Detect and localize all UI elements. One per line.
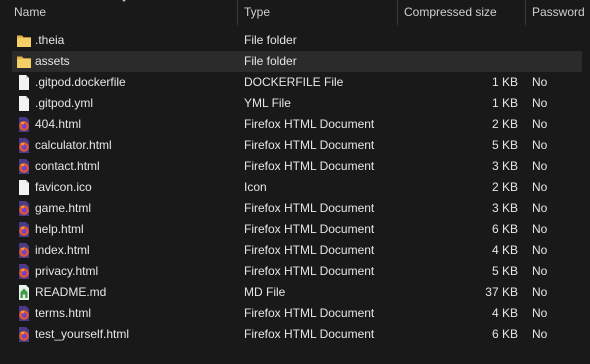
file-name: assets — [35, 54, 70, 68]
file-type: MD File — [244, 285, 286, 299]
file-row[interactable]: .theia File folder — [12, 30, 582, 51]
file-type: File folder — [244, 54, 297, 68]
file-password: No — [532, 222, 548, 236]
file-compressed-size: 2 KB — [491, 117, 518, 131]
file-compressed-size: 5 KB — [491, 264, 518, 278]
blank-file-icon — [16, 95, 32, 112]
file-password: No — [532, 327, 548, 341]
column-divider[interactable] — [237, 0, 238, 25]
file-row[interactable]: 404.html Firefox HTML Document 2 KB No — [12, 114, 582, 135]
firefox-html-icon — [16, 305, 32, 322]
folder-icon — [16, 32, 32, 49]
file-compressed-size: 1 KB — [491, 96, 518, 110]
file-password: No — [532, 75, 548, 89]
file-compressed-size: 37 KB — [485, 285, 518, 299]
file-name: index.html — [35, 243, 90, 257]
file-type: DOCKERFILE File — [244, 75, 344, 89]
file-row[interactable]: terms.html Firefox HTML Document 4 KB No — [12, 303, 582, 324]
file-name: README.md — [35, 285, 107, 299]
firefox-html-icon — [16, 200, 32, 217]
file-row[interactable]: index.html Firefox HTML Document 4 KB No — [12, 240, 582, 261]
file-type: Firefox HTML Document — [244, 159, 375, 173]
file-compressed-size: 4 KB — [491, 306, 518, 320]
file-name: favicon.ico — [35, 180, 92, 194]
file-password — [532, 51, 582, 72]
file-name: terms.html — [35, 306, 92, 320]
file-password: No — [532, 180, 548, 194]
file-password: No — [532, 138, 548, 152]
file-type: Icon — [244, 180, 267, 194]
column-header-bar: Name Type Compressed size Password — [0, 0, 590, 25]
column-header-compressed-size[interactable]: Compressed size — [404, 0, 522, 25]
file-password — [532, 30, 582, 51]
file-password: No — [532, 243, 548, 257]
file-row[interactable]: game.html Firefox HTML Document 3 KB No — [12, 198, 582, 219]
file-row[interactable]: README.md MD File 37 KB No — [12, 282, 582, 303]
file-name: contact.html — [35, 159, 100, 173]
file-row[interactable]: test_yourself.html Firefox HTML Document 6… — [12, 324, 582, 345]
file-type: Firefox HTML Document — [244, 222, 375, 236]
blank-file-icon — [16, 179, 32, 196]
file-name: .theia — [35, 33, 65, 47]
column-header-password[interactable]: Password — [532, 0, 590, 25]
file-compressed-size: 5 KB — [491, 138, 518, 152]
file-type: Firefox HTML Document — [244, 138, 375, 152]
file-password: No — [532, 285, 548, 299]
file-name: calculator.html — [35, 138, 112, 152]
file-row[interactable]: assets File folder — [12, 51, 582, 72]
folder-icon — [16, 53, 32, 70]
file-compressed-size: 3 KB — [491, 159, 518, 173]
file-row[interactable]: contact.html Firefox HTML Document 3 KB No — [12, 156, 582, 177]
file-row[interactable]: favicon.ico Icon 2 KB No — [12, 177, 582, 198]
file-name: help.html — [35, 222, 84, 236]
file-compressed-size: 6 KB — [491, 327, 518, 341]
file-compressed-size: 3 KB — [491, 201, 518, 215]
file-compressed-size: 4 KB — [491, 243, 518, 257]
file-compressed-size: 6 KB — [491, 222, 518, 236]
file-row[interactable]: .gitpod.yml YML File 1 KB No — [12, 93, 582, 114]
column-divider[interactable] — [397, 0, 398, 25]
blank-file-icon — [16, 74, 32, 91]
markdown-file-icon — [16, 284, 32, 301]
file-password: No — [532, 264, 548, 278]
file-row[interactable]: help.html Firefox HTML Document 6 KB No — [12, 219, 582, 240]
file-name: .gitpod.dockerfile — [35, 75, 126, 89]
file-type: YML File — [244, 96, 291, 110]
file-name: game.html — [35, 201, 92, 215]
file-compressed-size: 2 KB — [491, 180, 518, 194]
file-name: 404.html — [35, 117, 82, 131]
file-row[interactable]: .gitpod.dockerfile DOCKERFILE File 1 KB No — [12, 72, 582, 93]
file-type: Firefox HTML Document — [244, 201, 375, 215]
file-password: No — [532, 159, 548, 173]
firefox-html-icon — [16, 158, 32, 175]
file-password: No — [532, 201, 548, 215]
file-password: No — [532, 117, 548, 131]
column-header-type[interactable]: Type — [244, 0, 394, 25]
file-type: Firefox HTML Document — [244, 264, 375, 278]
column-divider[interactable] — [525, 0, 526, 25]
firefox-html-icon — [16, 242, 32, 259]
file-row[interactable]: privacy.html Firefox HTML Document 5 KB No — [12, 261, 582, 282]
firefox-html-icon — [16, 221, 32, 238]
file-name: .gitpod.yml — [35, 96, 94, 110]
file-type: Firefox HTML Document — [244, 327, 375, 341]
firefox-html-icon — [16, 116, 32, 133]
file-password: No — [532, 96, 548, 110]
file-compressed-size — [392, 51, 518, 72]
file-compressed-size — [392, 30, 518, 51]
column-header-name[interactable]: Name — [14, 0, 234, 25]
file-type: File folder — [244, 33, 297, 47]
file-row[interactable]: calculator.html Firefox HTML Document 5 KB… — [12, 135, 582, 156]
file-type: Firefox HTML Document — [244, 243, 375, 257]
firefox-html-icon — [16, 263, 32, 280]
file-name: privacy.html — [35, 264, 99, 278]
file-name: test_yourself.html — [35, 327, 130, 341]
firefox-html-icon — [16, 326, 32, 343]
file-type: Firefox HTML Document — [244, 117, 375, 131]
file-compressed-size: 1 KB — [491, 75, 518, 89]
file-type: Firefox HTML Document — [244, 306, 375, 320]
firefox-html-icon — [16, 137, 32, 154]
file-password: No — [532, 306, 548, 320]
